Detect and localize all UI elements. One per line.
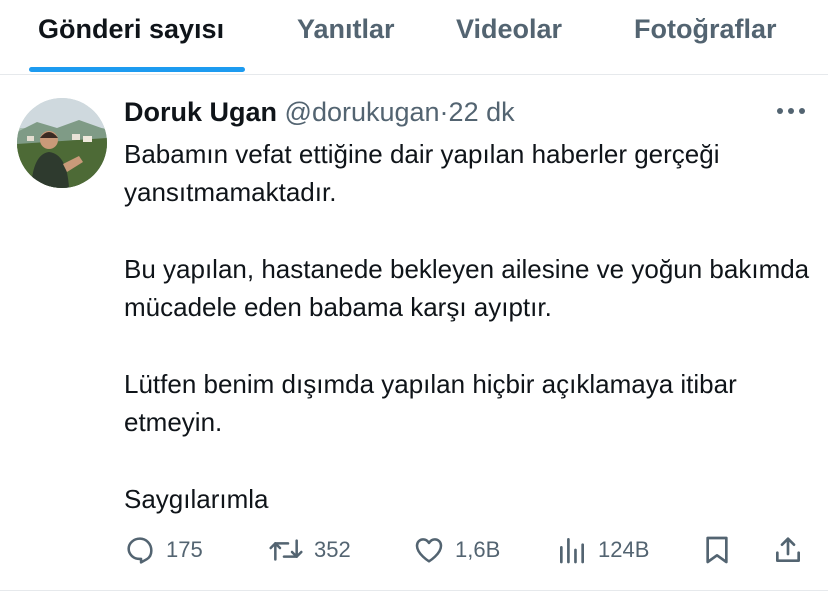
tab-videos[interactable]: Videolar bbox=[456, 14, 562, 45]
tweet-paragraph: Saygılarımla bbox=[124, 484, 269, 514]
timestamp[interactable]: 22 dk bbox=[449, 97, 515, 127]
display-name[interactable]: Doruk Ugan bbox=[124, 97, 277, 127]
tweet-paragraph: Lütfen benim dışımda yapılan hiçbir açık… bbox=[124, 369, 737, 437]
share-button[interactable] bbox=[772, 530, 804, 570]
view-count: 124B bbox=[598, 537, 650, 562]
reply-count: 175 bbox=[166, 537, 203, 562]
user-handle[interactable]: @dorukugan bbox=[285, 97, 440, 127]
share-icon bbox=[776, 537, 800, 562]
reply-button[interactable]: 175 bbox=[124, 530, 203, 570]
repost-icon bbox=[269, 539, 303, 561]
more-options-button[interactable] bbox=[774, 98, 808, 124]
tab-replies[interactable]: Yanıtlar bbox=[297, 14, 395, 45]
profile-tabs: Gönderi sayısı Yanıtlar Videolar Fotoğra… bbox=[0, 0, 828, 75]
repost-button[interactable]: 352 bbox=[268, 530, 351, 570]
heart-icon bbox=[415, 538, 443, 563]
separator-dot: · bbox=[439, 97, 449, 127]
views-button[interactable]: 124B bbox=[556, 530, 649, 570]
more-horizontal-icon bbox=[777, 108, 805, 114]
tab-posts[interactable]: Gönderi sayısı bbox=[38, 14, 224, 45]
divider bbox=[0, 590, 828, 591]
like-button[interactable]: 1,6B bbox=[413, 530, 500, 570]
bookmark-icon bbox=[706, 536, 728, 564]
tweet-actions: 175 352 1,6B 124B bbox=[0, 530, 828, 570]
avatar[interactable] bbox=[17, 98, 107, 188]
reply-icon bbox=[127, 537, 153, 564]
active-tab-indicator bbox=[29, 67, 245, 72]
tweet-text: Babamın vefat ettiğine dair yapılan habe… bbox=[124, 136, 814, 519]
tweet-paragraph: Babamın vefat ettiğine dair yapılan habe… bbox=[124, 139, 720, 207]
avatar-photo bbox=[17, 98, 107, 188]
tweet-header: Doruk Ugan @dorukugan·22 dk bbox=[124, 96, 515, 128]
tab-photos[interactable]: Fotoğraflar bbox=[634, 14, 777, 45]
like-count: 1,6B bbox=[455, 537, 501, 562]
bookmark-button[interactable] bbox=[702, 530, 732, 570]
repost-count: 352 bbox=[314, 537, 351, 562]
tweet-paragraph: Bu yapılan, hastanede bekleyen ailesine … bbox=[124, 254, 810, 322]
views-chart-icon bbox=[560, 538, 584, 564]
